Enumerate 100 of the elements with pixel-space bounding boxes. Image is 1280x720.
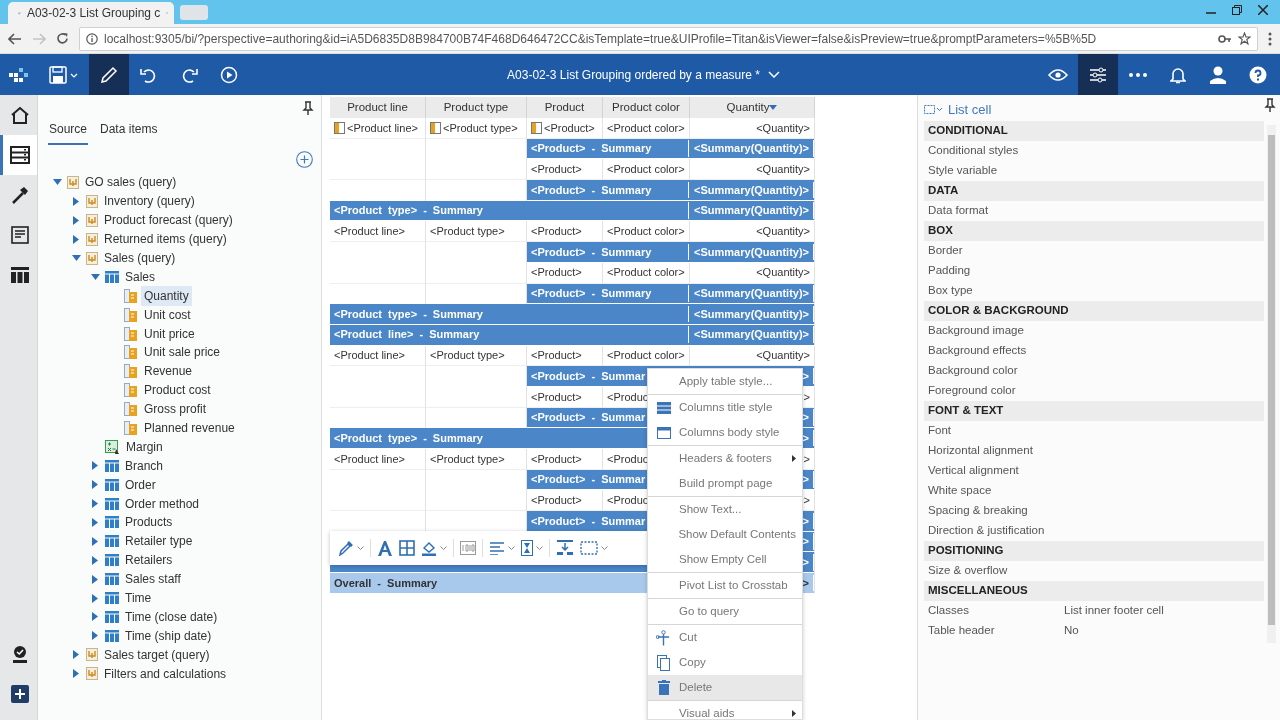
tree-item[interactable]: Product cost (141, 380, 214, 401)
font-button[interactable] (377, 540, 393, 556)
pencil-button[interactable] (89, 54, 129, 95)
column-header[interactable]: Product (544, 98, 585, 117)
expand-arrow-icon[interactable] (92, 499, 98, 509)
tree-item[interactable]: Branch (122, 455, 167, 476)
property-label[interactable]: Box type (928, 282, 973, 300)
property-value[interactable]: List inner footer cell (1064, 602, 1264, 620)
expand-arrow-icon[interactable] (73, 650, 79, 660)
property-value[interactable]: No (1064, 622, 1264, 640)
tree-item[interactable]: Unit sale price (141, 342, 224, 363)
tree-item[interactable]: Retailers (122, 550, 176, 571)
property-label[interactable]: Font (928, 422, 951, 440)
add-icon[interactable] (296, 150, 313, 168)
tree-item[interactable]: Product forecast (query) (101, 210, 236, 231)
star-icon[interactable] (1238, 32, 1251, 45)
menu-item[interactable]: Go to query (648, 599, 802, 624)
paint-bucket-button[interactable] (421, 540, 447, 556)
property-label[interactable]: Data format (928, 202, 989, 220)
menu-item[interactable]: Pivot List to Crosstab (648, 573, 802, 598)
close-icon[interactable] (1258, 5, 1268, 15)
collapse-arrow-icon[interactable] (90, 273, 100, 280)
eyedropper-button[interactable] (338, 540, 364, 556)
menu-item[interactable]: Visual aids (648, 701, 802, 719)
tree-item[interactable]: Retailer type (122, 531, 196, 552)
key-icon[interactable] (1218, 33, 1232, 44)
tree-item[interactable]: Time (ship date) (122, 625, 215, 646)
tree-item[interactable]: Inventory (query) (101, 191, 198, 212)
scrollbar[interactable] (1267, 125, 1276, 643)
expand-arrow-icon[interactable] (73, 669, 79, 679)
expand-arrow-icon[interactable] (73, 234, 79, 244)
tree-item[interactable]: Time (122, 588, 155, 609)
tree-item[interactable]: Sales target (query) (101, 644, 213, 665)
property-label[interactable]: Background color (928, 362, 1018, 380)
menu-item[interactable]: Show Empty Cell (648, 547, 802, 572)
column-header[interactable]: Product type (443, 98, 509, 117)
menu-item[interactable]: Columns body style (648, 420, 802, 445)
property-label[interactable]: Horizontal alignment (928, 442, 1033, 460)
menu-icon[interactable] (1268, 31, 1272, 46)
tree-item[interactable]: Products (122, 512, 176, 533)
tree-item[interactable]: Unit cost (141, 304, 194, 325)
tree-item[interactable]: Unit price (141, 323, 198, 344)
menu-item[interactable]: Show Text... (648, 497, 802, 522)
property-label[interactable]: White space (928, 482, 992, 500)
browser-tab[interactable]: A03-02-3 List Grouping c (8, 2, 174, 24)
tree-item[interactable]: Filters and calculations (101, 663, 230, 684)
back-icon[interactable] (8, 32, 22, 45)
expand-arrow-icon[interactable] (92, 555, 98, 565)
sliders-button[interactable] (1078, 54, 1118, 95)
collapse-arrow-icon[interactable] (52, 179, 62, 186)
property-label[interactable]: Spacing & breaking (928, 502, 1028, 520)
tree-item[interactable]: Order method (122, 493, 203, 514)
expand-arrow-icon[interactable] (92, 461, 98, 471)
data-format-button[interactable] (460, 541, 476, 555)
dashed-box-icon[interactable] (924, 105, 944, 115)
menu-item[interactable]: Copy (648, 650, 802, 675)
property-label[interactable]: Foreground color (928, 382, 1016, 400)
pin-icon[interactable] (302, 101, 314, 115)
property-label[interactable]: Classes (928, 602, 969, 620)
expand-arrow-icon[interactable] (92, 612, 98, 622)
align-button[interactable] (489, 541, 515, 555)
panel-tab[interactable]: Source (48, 116, 89, 145)
tree-item[interactable]: Gross profit (141, 399, 209, 420)
restore-icon[interactable] (1232, 5, 1242, 15)
expand-arrow-icon[interactable] (92, 536, 98, 546)
pin-icon[interactable] (1264, 98, 1276, 112)
property-label[interactable]: Style variable (928, 162, 998, 180)
menu-item[interactable]: Show Default Contents (648, 522, 802, 547)
menu-item[interactable]: Apply table style... (648, 369, 802, 394)
expand-arrow-icon[interactable] (73, 215, 79, 225)
property-label[interactable]: Padding (928, 262, 971, 280)
collapse-arrow-icon[interactable] (71, 255, 81, 261)
tree-item[interactable]: Time (close date) (122, 606, 221, 627)
menu-item[interactable]: Headers & footers (648, 446, 802, 471)
column-header[interactable]: Quantity (726, 98, 770, 117)
expand-arrow-icon[interactable] (92, 593, 98, 603)
chevron-down-icon[interactable] (767, 71, 780, 78)
sort-icon[interactable] (769, 105, 778, 110)
column-header[interactable]: Product line (347, 98, 408, 117)
property-label[interactable]: Vertical alignment (928, 462, 1019, 480)
property-label[interactable]: Border (928, 242, 963, 260)
tree-item[interactable]: Sales (query) (101, 248, 179, 268)
address-field[interactable]: localhost:9305/bi/?perspective=authoring&id=iA5D6835D8B984700B74F468D646472CC&isTemplate=true&UIProfile=Titan&isViewer=false&isPreview=true&promptParameters=%5B%5D (79, 26, 1258, 51)
tree-item[interactable]: Sales (122, 266, 159, 287)
property-label[interactable]: Size & overflow (928, 562, 1008, 580)
menu-item[interactable]: Delete (648, 675, 802, 700)
expand-arrow-icon[interactable] (92, 574, 98, 584)
reload-icon[interactable] (56, 32, 69, 45)
tree-item[interactable]: Revenue (141, 361, 196, 382)
expand-arrow-icon[interactable] (92, 517, 98, 527)
expand-arrow-icon[interactable] (92, 480, 98, 490)
property-label[interactable]: Conditional styles (928, 142, 1019, 160)
insert-row-button[interactable] (556, 540, 574, 556)
borders-button[interactable] (399, 540, 415, 556)
dashed-box-button[interactable] (580, 541, 608, 555)
property-label[interactable]: Direction & justification (928, 522, 1045, 540)
property-label[interactable]: Background image (928, 322, 1024, 340)
expand-arrow-icon[interactable] (73, 196, 79, 206)
database-button[interactable] (0, 135, 37, 175)
column-header[interactable]: Product color (612, 98, 680, 117)
